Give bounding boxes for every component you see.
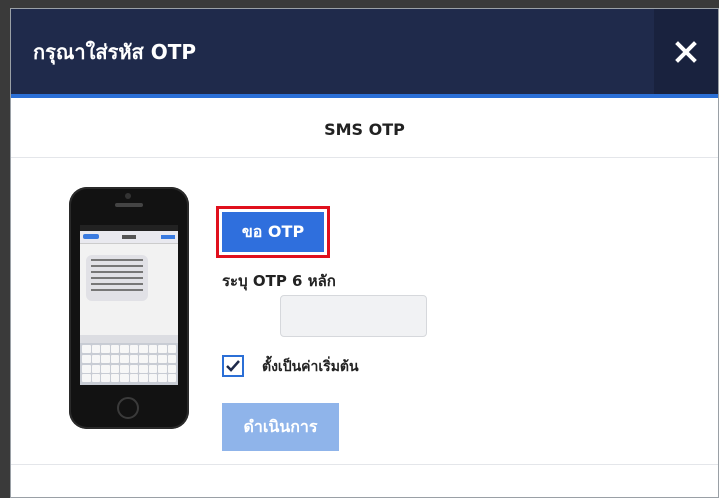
request-otp-button[interactable]: ขอ OTP (222, 212, 324, 252)
otp-input[interactable] (280, 295, 427, 337)
phone-camera (125, 193, 131, 199)
close-icon (675, 41, 697, 63)
proceed-button[interactable]: ดำเนินการ (222, 403, 339, 451)
dialog-title: กรุณาใส่รหัส OTP (33, 40, 197, 64)
otp-dialog: กรุณาใส่รหัส OTP SMS OTP ขอ OTP ระบุ OTP… (10, 8, 719, 498)
otp-field-label: ระบุ OTP 6 หลัก (222, 272, 336, 290)
request-otp-highlight: ขอ OTP (216, 206, 330, 258)
section-title: SMS OTP (324, 120, 405, 139)
phone-speaker (115, 203, 143, 207)
header-accent-bar (11, 94, 718, 98)
phone-message-input (80, 335, 178, 343)
phone-keyboard (80, 343, 178, 385)
default-checkbox-label: ตั้งเป็นค่าเริ่มต้น (262, 359, 359, 375)
default-checkbox[interactable] (222, 355, 244, 377)
dialog-header: กรุณาใส่รหัส OTP (11, 9, 718, 95)
footer-divider (11, 464, 718, 465)
checkmark-icon (226, 360, 240, 372)
sms-message-bubble (86, 255, 148, 301)
phone-nav-title (122, 235, 136, 239)
phone-nav-bar (80, 231, 178, 244)
phone-screen (80, 225, 178, 385)
phone-back-button (83, 234, 99, 239)
phone-contact-button (161, 235, 175, 239)
smartphone-sms-icon (69, 187, 189, 429)
section-divider (11, 157, 718, 158)
close-button[interactable] (654, 9, 718, 95)
phone-home-button (117, 397, 139, 419)
